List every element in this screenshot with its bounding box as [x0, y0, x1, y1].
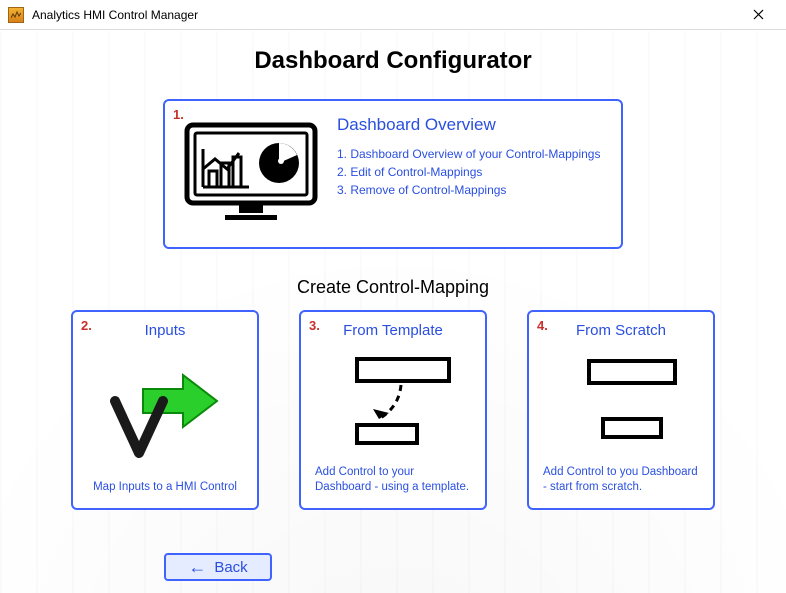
- template-icon: [313, 345, 473, 461]
- template-title: From Template: [313, 322, 473, 339]
- card-from-scratch[interactable]: 4. From Scratch Add Control to you Dashb…: [527, 310, 715, 510]
- overview-line-3: 3. Remove of Control-Mappings: [337, 181, 609, 199]
- scratch-icon: [541, 345, 701, 461]
- app-icon: [8, 7, 24, 23]
- overview-line-1: 1. Dashboard Overview of your Control-Ma…: [337, 145, 609, 163]
- card-from-template[interactable]: 3. From Template Add Control to your Das…: [299, 310, 487, 510]
- scratch-desc: Add Control to you Dashboard - start fro…: [541, 461, 701, 496]
- card-number: 4.: [537, 318, 548, 333]
- card-number: 1.: [173, 107, 184, 122]
- close-button[interactable]: [738, 1, 778, 29]
- arrow-left-icon: ←: [188, 558, 206, 576]
- card-number: 3.: [309, 318, 320, 333]
- inputs-desc: Map Inputs to a HMI Control: [85, 476, 245, 496]
- title-bar: Analytics HMI Control Manager: [0, 0, 786, 30]
- main-panel: Dashboard Configurator 1.: [0, 31, 786, 593]
- inputs-arrow-icon: [85, 345, 245, 476]
- template-desc: Add Control to your Dashboard - using a …: [313, 461, 473, 496]
- card-inputs[interactable]: 2. Inputs Map Inputs to a HMI Control: [71, 310, 259, 510]
- back-label: Back: [214, 559, 247, 576]
- scratch-title: From Scratch: [541, 322, 701, 339]
- inputs-title: Inputs: [85, 322, 245, 339]
- back-button[interactable]: ← Back: [164, 553, 272, 581]
- window-title: Analytics HMI Control Manager: [32, 8, 198, 22]
- monitor-chart-icon: [177, 113, 321, 234]
- card-number: 2.: [81, 318, 92, 333]
- overview-title: Dashboard Overview: [337, 115, 609, 135]
- overview-line-2: 2. Edit of Control-Mappings: [337, 163, 609, 181]
- section-heading: Create Control-Mapping: [18, 277, 768, 298]
- card-dashboard-overview[interactable]: 1.: [163, 99, 623, 249]
- page-title: Dashboard Configurator: [18, 47, 768, 75]
